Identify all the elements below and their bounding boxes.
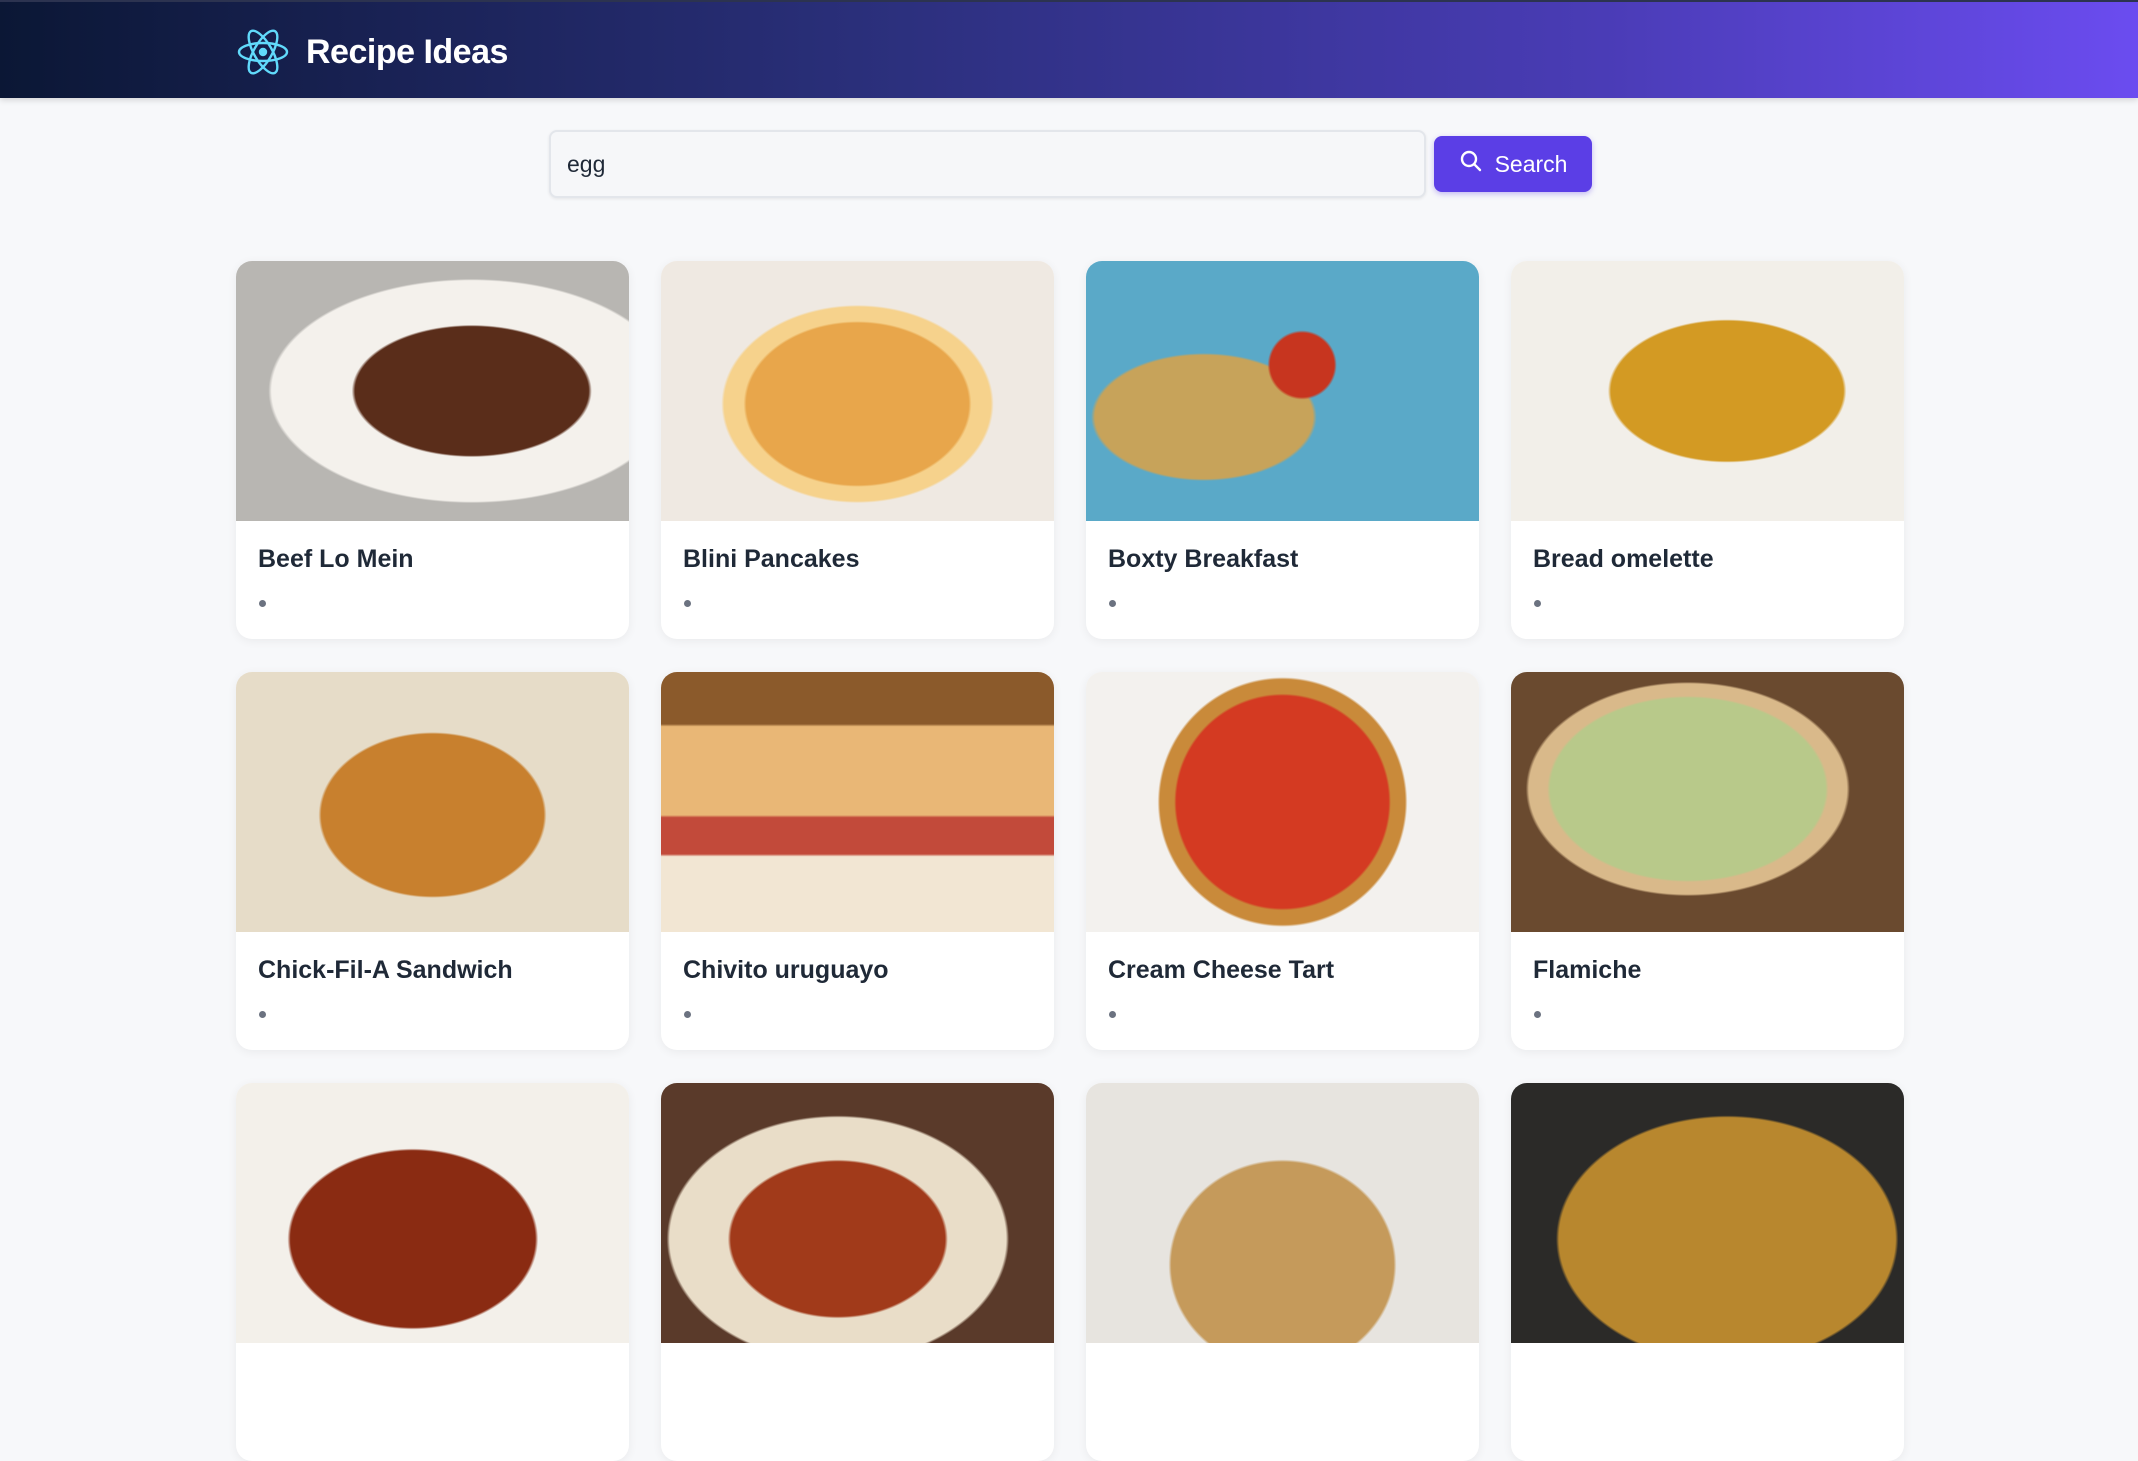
recipe-grid: Beef Lo Mein Blini Pancakes Boxty Breakf…: [236, 261, 1905, 1461]
recipe-meta-dot: [1109, 1011, 1116, 1018]
recipe-name: Blini Pancakes: [683, 545, 860, 573]
recipe-card[interactable]: Cream Cheese Tart: [1086, 672, 1479, 1050]
recipe-name: Boxty Breakfast: [1108, 545, 1299, 573]
recipe-name: Flamiche: [1533, 956, 1642, 984]
recipe-card[interactable]: Boxty Breakfast: [1086, 261, 1479, 639]
recipe-meta-dot: [684, 600, 691, 607]
search-icon: [1459, 149, 1483, 179]
recipe-image: [661, 1083, 1054, 1343]
react-atom-icon: [234, 24, 292, 80]
recipe-meta-dot: [1109, 600, 1116, 607]
recipe-name: Beef Lo Mein: [258, 545, 414, 573]
recipe-image: [1086, 1083, 1479, 1343]
recipe-meta-dot: [1534, 600, 1541, 607]
brand[interactable]: Recipe Ideas: [234, 24, 508, 80]
recipe-image: [1086, 672, 1479, 932]
recipe-card[interactable]: Beef Lo Mein: [236, 261, 629, 639]
recipe-card[interactable]: Blini Pancakes: [661, 261, 1054, 639]
recipe-card[interactable]: Flamiche: [1511, 672, 1904, 1050]
recipe-meta-dot: [259, 600, 266, 607]
recipe-card[interactable]: [661, 1083, 1054, 1461]
recipe-image: [236, 261, 629, 521]
recipe-image: [1511, 1083, 1904, 1343]
recipe-card[interactable]: Bread omelette: [1511, 261, 1904, 639]
recipe-name: Chivito uruguayo: [683, 956, 889, 984]
recipe-card[interactable]: Chivito uruguayo: [661, 672, 1054, 1050]
recipe-image: [236, 1083, 629, 1343]
recipe-card[interactable]: [236, 1083, 629, 1461]
recipe-meta-dot: [1534, 1011, 1541, 1018]
recipe-card[interactable]: Chick-Fil-A Sandwich: [236, 672, 629, 1050]
recipe-image: [661, 672, 1054, 932]
recipe-image: [1086, 261, 1479, 521]
search-bar: Search: [549, 130, 1592, 198]
app-header: Recipe Ideas: [0, 0, 2138, 98]
recipe-name: Cream Cheese Tart: [1108, 956, 1335, 984]
app-title: Recipe Ideas: [306, 32, 508, 71]
search-input[interactable]: [549, 130, 1426, 198]
search-button-label: Search: [1494, 150, 1568, 177]
recipe-name: Chick-Fil-A Sandwich: [258, 956, 513, 984]
recipe-image: [1511, 672, 1904, 932]
recipe-card[interactable]: [1511, 1083, 1904, 1461]
recipe-name: Bread omelette: [1533, 545, 1714, 573]
recipe-image: [1511, 261, 1904, 521]
recipe-image: [236, 672, 629, 932]
recipe-meta-dot: [259, 1011, 266, 1018]
search-button[interactable]: Search: [1434, 136, 1592, 192]
recipe-image: [661, 261, 1054, 521]
recipe-card[interactable]: [1086, 1083, 1479, 1461]
recipe-meta-dot: [684, 1011, 691, 1018]
